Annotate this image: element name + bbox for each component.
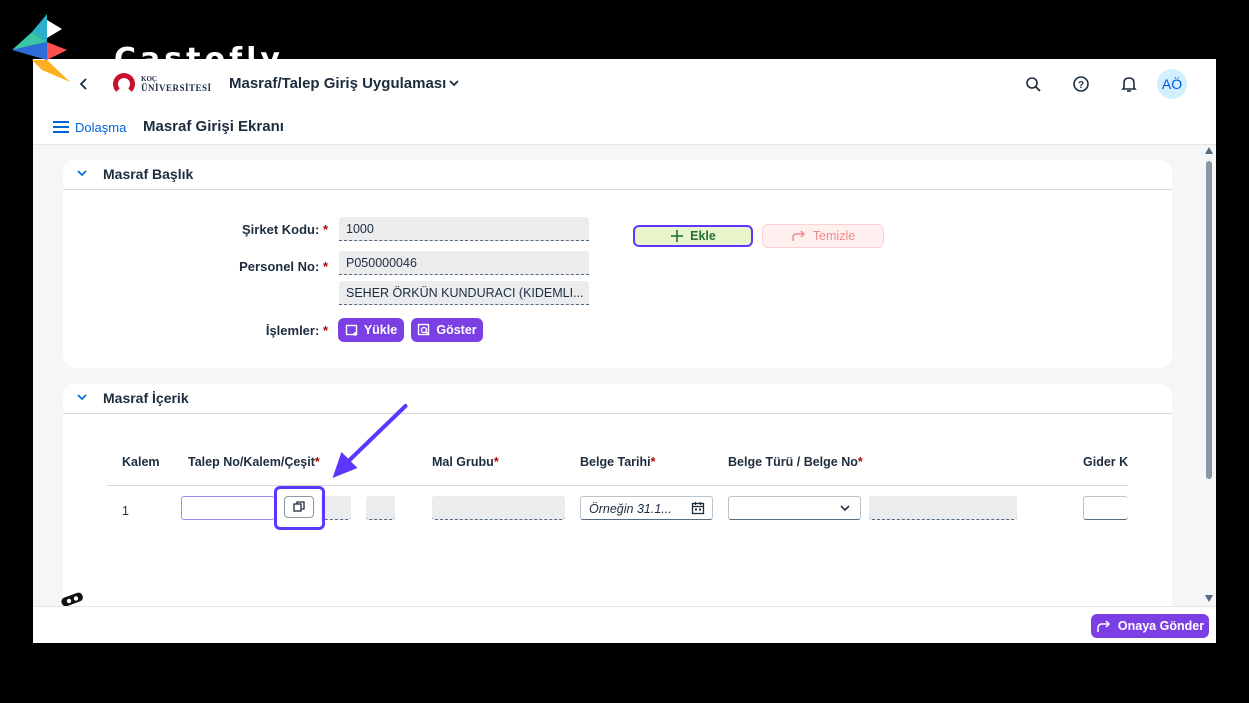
company-code-field[interactable]: 1000 <box>339 217 589 241</box>
bell-icon[interactable] <box>1118 73 1140 95</box>
show-button[interactable]: Göster <box>411 318 483 342</box>
castofly-wordmark: Castofly <box>114 42 284 77</box>
svg-text:?: ? <box>1078 80 1084 91</box>
document-type-select[interactable] <box>728 496 861 520</box>
add-button-label: Ekle <box>690 229 716 243</box>
show-button-label: Göster <box>436 323 477 337</box>
panel-header[interactable]: Masraf Başlık <box>63 160 1172 190</box>
plus-icon <box>671 230 684 242</box>
expense-account-input[interactable] <box>1083 496 1128 520</box>
column-header-belge-tarihi: Belge Tarihi* <box>580 455 656 469</box>
submit-for-approval-button[interactable]: Onaya Gönder <box>1091 614 1209 638</box>
castofly-logo-icon <box>12 14 70 82</box>
row-kalem-value: 1 <box>122 504 129 518</box>
panel-header[interactable]: Masraf İçerik <box>63 384 1172 414</box>
request-no-input[interactable] <box>181 496 275 520</box>
column-header-belge-turu: Belge Türü / Belge No* <box>728 455 863 469</box>
request-item-field[interactable] <box>321 496 351 520</box>
scroll-down-arrow[interactable] <box>1205 595 1213 602</box>
document-no-field[interactable] <box>869 496 1017 520</box>
navigation-label: Dolaşma <box>75 119 127 135</box>
vertical-scrollbar[interactable] <box>1203 147 1215 606</box>
operations-label: İşlemler: * <box>265 323 328 338</box>
menu-icon <box>53 121 69 133</box>
calendar-icon[interactable] <box>691 501 705 515</box>
search-document-icon <box>418 323 430 336</box>
chevron-down-icon <box>840 505 850 512</box>
collapse-chevron-icon[interactable] <box>75 166 89 180</box>
footer-toolbar: Onaya Gönder <box>33 606 1216 643</box>
personnel-name-field: SEHER ÖRKÜN KUNDURACI (KIDEMLI... <box>339 281 589 305</box>
share-arrow-icon <box>1097 620 1110 632</box>
personnel-no-label: Personel No: * <box>239 259 328 274</box>
expense-content-panel: Masraf İçerik Kalem Talep No/Kalem/Çeşit… <box>61 384 1172 643</box>
column-header-mal-grubu: Mal Grubu* <box>432 455 499 469</box>
submit-button-label: Onaya Gönder <box>1117 619 1205 633</box>
scroll-up-arrow[interactable] <box>1205 147 1213 154</box>
document-date-input[interactable]: Örneğin 31.1... <box>580 496 713 520</box>
material-group-field[interactable] <box>432 496 565 520</box>
sub-header: Dolaşma Masraf Girişi Ekranı <box>33 109 1216 145</box>
navigation-button[interactable]: Dolaşma <box>53 119 126 135</box>
clear-button[interactable]: Temizle <box>762 224 884 248</box>
page-title: Masraf Girişi Ekranı <box>143 118 284 135</box>
column-header-kalem: Kalem <box>122 455 160 469</box>
upload-folder-icon <box>345 324 358 336</box>
help-icon[interactable]: ? <box>1070 73 1092 95</box>
date-placeholder: Örneğin 31.1... <box>589 502 672 516</box>
table-header-divider <box>107 485 1128 486</box>
chevron-down-icon[interactable] <box>447 73 461 96</box>
column-header-talep-no: Talep No/Kalem/Çeşit* <box>188 455 320 469</box>
scrollbar-thumb[interactable] <box>1206 161 1212 479</box>
clear-button-label: Temizle <box>812 229 856 243</box>
redo-arrow-icon <box>792 230 805 241</box>
load-button[interactable]: Yükle <box>338 318 404 342</box>
column-header-gider: Gider Ka <box>1083 455 1128 469</box>
collapse-chevron-icon[interactable] <box>75 390 89 404</box>
add-button[interactable]: Ekle <box>633 225 753 247</box>
user-avatar[interactable]: AÖ <box>1157 69 1187 99</box>
search-icon[interactable] <box>1022 73 1044 95</box>
screen-frame: Castofly KOÇ ÜNİVERSİTESİ Masraf/Talep G… <box>0 0 1249 703</box>
castofly-watermark: Castofly <box>12 12 292 82</box>
company-code-label: Şirket Kodu: * <box>242 222 328 237</box>
tutorial-highlight-box <box>274 486 325 530</box>
app-window: KOÇ ÜNİVERSİTESİ Masraf/Talep Giriş Uygu… <box>33 59 1216 643</box>
personnel-no-field[interactable]: P050000046 <box>339 251 589 275</box>
load-button-label: Yükle <box>363 323 398 337</box>
panel-title: Masraf İçerik <box>103 390 189 406</box>
tutorial-pointer-arrow-icon <box>332 404 408 478</box>
logo-text-line2: ÜNİVERSİTESİ <box>141 83 212 93</box>
panel-title: Masraf Başlık <box>103 166 194 182</box>
request-type-field[interactable] <box>366 496 395 520</box>
expense-header-panel: Masraf Başlık Şirket Kodu: * 1000 Person… <box>63 160 1172 368</box>
